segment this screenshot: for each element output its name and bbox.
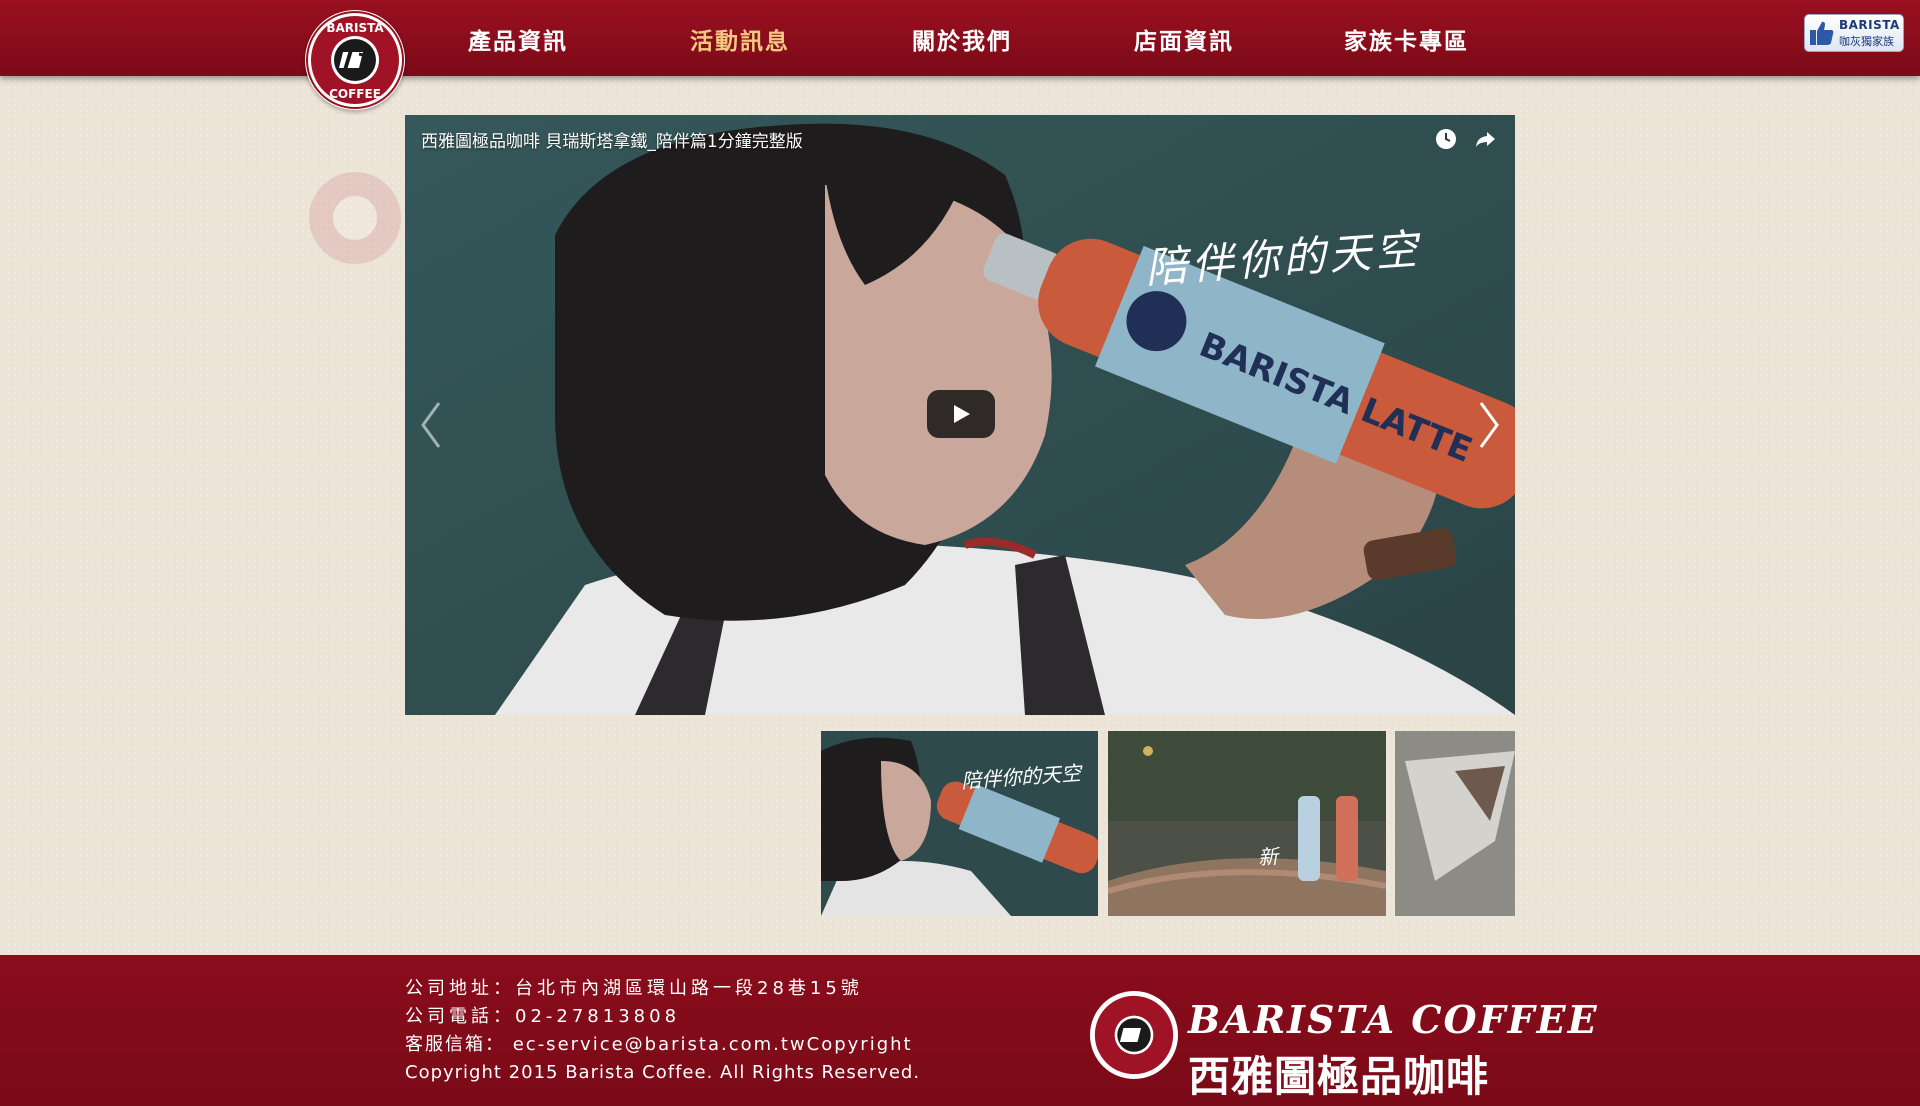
- nav-item-products[interactable]: 產品資訊: [468, 22, 568, 56]
- facebook-fan-badge[interactable]: BARISTA 咖灰獨家族: [1804, 14, 1904, 52]
- video-player[interactable]: BARISTA LATTE 陪伴你的天空 西雅圖極品咖啡 貝瑞斯塔拿鐵_陪伴篇1…: [405, 115, 1515, 715]
- background-logo-watermark: [305, 168, 405, 268]
- top-nav-bar: 產品資訊 活動訊息 關於我們 店面資訊 家族卡專區 BARISTA 咖灰獨家族: [0, 0, 1920, 76]
- barista-logo-mark: BARISTA COFFEE: [306, 11, 404, 109]
- prev-arrow-icon[interactable]: [411, 395, 451, 455]
- next-arrow-icon[interactable]: [1469, 395, 1509, 455]
- share-icon[interactable]: [1473, 127, 1497, 151]
- page-footer: 公司地址：台北市內湖區環山路一段28巷15號 公司電話：02-27813808 …: [0, 955, 1920, 1106]
- nav-item-family-card[interactable]: 家族卡專區: [1344, 22, 1469, 56]
- footer-logo-icon: [1090, 991, 1178, 1079]
- video-thumbnail[interactable]: 新: [1108, 731, 1386, 916]
- thumbnail-caption: 新: [1257, 844, 1279, 870]
- video-thumbnail-strip: 陪伴你的天空 新: [405, 731, 1515, 916]
- fb-badge-title: BARISTA: [1839, 18, 1900, 32]
- watch-later-icon[interactable]: [1434, 127, 1458, 151]
- thumbs-up-icon: [1810, 21, 1834, 45]
- footer-address: 公司地址：台北市內湖區環山路一段28巷15號: [405, 978, 863, 999]
- thumbnail-image: [1395, 731, 1515, 916]
- play-icon[interactable]: [927, 390, 995, 438]
- footer-email[interactable]: 客服信箱： ec-service@barista.com.twCopyright: [405, 1031, 920, 1059]
- svg-text:BARISTA: BARISTA: [326, 21, 384, 35]
- video-title[interactable]: 西雅圖極品咖啡 貝瑞斯塔拿鐵_陪伴篇1分鐘完整版: [421, 127, 803, 152]
- thumbnail-image: [1108, 731, 1386, 916]
- barista-logo[interactable]: BARISTA COFFEE: [305, 10, 405, 110]
- video-thumbnail[interactable]: 陪伴你的天空: [821, 731, 1098, 916]
- video-toolbar: [1424, 127, 1497, 155]
- svg-text:COFFEE: COFFEE: [329, 87, 381, 101]
- nav-item-events[interactable]: 活動訊息: [690, 22, 790, 56]
- footer-phone: 公司電話：02-27813808: [405, 1006, 681, 1027]
- nav-item-stores[interactable]: 店面資訊: [1134, 22, 1234, 56]
- footer-copyright: Copyright 2015 Barista Coffee. All Right…: [405, 1062, 921, 1083]
- footer-contact-info: 公司地址：台北市內湖區環山路一段28巷15號 公司電話：02-27813808 …: [405, 975, 920, 1087]
- video-thumbnail[interactable]: [1395, 731, 1515, 916]
- nav-item-about[interactable]: 關於我們: [912, 22, 1012, 56]
- footer-brand-english: BARISTA COFFEE: [1188, 997, 1599, 1042]
- fb-badge-subtitle: 咖灰獨家族: [1839, 35, 1894, 48]
- footer-brand-chinese: 西雅圖極品咖啡: [1188, 1052, 1490, 1101]
